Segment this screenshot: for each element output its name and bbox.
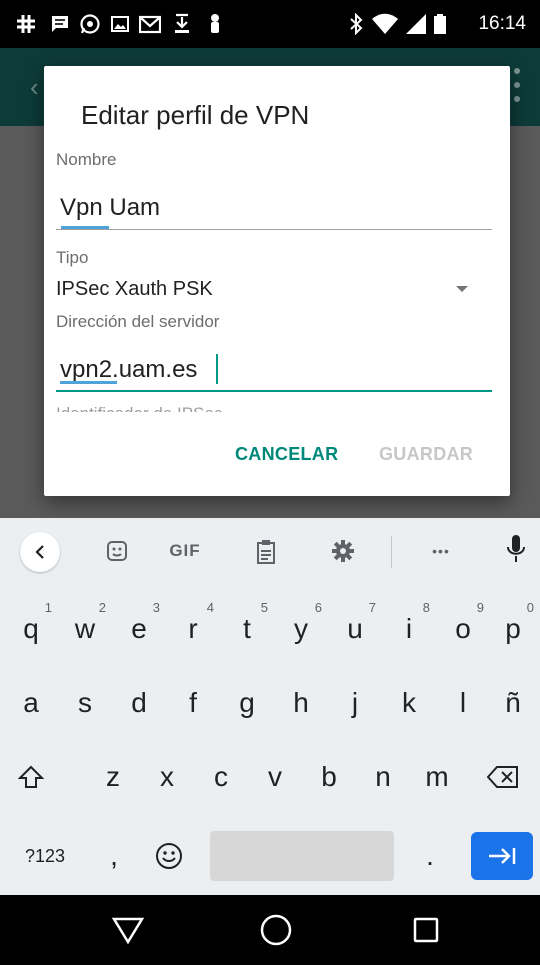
server-label: Dirección del servidor bbox=[56, 312, 220, 331]
emoji-key[interactable] bbox=[142, 825, 196, 887]
name-label: Nombre bbox=[56, 150, 117, 169]
keyboard: GIF ••• q1 w2 e3 r4 t5 y6 u7 i8 o9 p0 a … bbox=[0, 518, 540, 895]
type-select[interactable]: IPSec Xauth PSK bbox=[56, 278, 213, 301]
recents-square-icon[interactable] bbox=[408, 912, 444, 948]
slack-icon bbox=[204, 13, 226, 35]
key-t[interactable]: t5 bbox=[220, 598, 274, 660]
space-key[interactable] bbox=[210, 831, 394, 881]
clock: 16:14 bbox=[478, 13, 526, 34]
key-k[interactable]: k bbox=[382, 672, 436, 734]
gear-icon[interactable] bbox=[330, 538, 356, 564]
next-field-key[interactable] bbox=[471, 832, 533, 880]
key-w[interactable]: w2 bbox=[58, 598, 112, 660]
name-field[interactable]: Vpn Uam bbox=[56, 190, 492, 230]
backspace-key[interactable] bbox=[474, 746, 532, 808]
shift-key[interactable] bbox=[4, 746, 58, 808]
battery-icon bbox=[432, 13, 448, 35]
ipsec-identifier-label-partial: Identificador de IPSec bbox=[56, 404, 222, 412]
server-value: vpn2.uam.es bbox=[60, 356, 198, 383]
key-u[interactable]: u7 bbox=[328, 598, 382, 660]
back-triangle-icon[interactable] bbox=[110, 912, 146, 948]
toolbar-back-icon: ‹ bbox=[30, 72, 39, 102]
key-x[interactable]: x bbox=[140, 746, 194, 808]
key-z[interactable]: z bbox=[86, 746, 140, 808]
symbols-key[interactable]: ?123 bbox=[14, 825, 76, 887]
back-icon[interactable] bbox=[20, 532, 60, 572]
sticker-icon[interactable] bbox=[104, 538, 130, 564]
gmail-icon bbox=[139, 13, 161, 35]
download-icon bbox=[171, 13, 193, 35]
key-g[interactable]: g bbox=[220, 672, 274, 734]
gif-button[interactable]: GIF bbox=[160, 538, 210, 564]
period-key[interactable]: . bbox=[408, 825, 452, 887]
mic-icon[interactable] bbox=[504, 534, 528, 564]
status-bar: 16:14 bbox=[0, 0, 540, 48]
key-p[interactable]: p0 bbox=[486, 598, 540, 660]
key-j[interactable]: j bbox=[328, 672, 382, 734]
edit-vpn-dialog: Editar perfil de VPN Nombre Vpn Uam Tipo… bbox=[44, 66, 510, 496]
image-icon bbox=[109, 13, 131, 35]
dropdown-arrow-icon[interactable] bbox=[456, 286, 468, 292]
signal-icon bbox=[405, 13, 427, 35]
message-icon bbox=[49, 13, 71, 35]
key-y[interactable]: y6 bbox=[274, 598, 328, 660]
dialog-title: Editar perfil de VPN bbox=[81, 100, 310, 130]
key-r[interactable]: r4 bbox=[166, 598, 220, 660]
key-n[interactable]: n bbox=[356, 746, 410, 808]
home-circle-icon[interactable] bbox=[258, 912, 294, 948]
name-value: Vpn Uam bbox=[60, 194, 161, 221]
cancel-button[interactable]: CANCELAR bbox=[235, 444, 338, 465]
server-address-field[interactable]: vpn2.uam.es bbox=[56, 352, 492, 392]
key-e[interactable]: e3 bbox=[112, 598, 166, 660]
shift-icon bbox=[18, 765, 44, 788]
tab-next-icon bbox=[489, 848, 516, 864]
key-d[interactable]: d bbox=[112, 672, 166, 734]
grid-icon bbox=[15, 13, 37, 35]
spellcheck-underline bbox=[61, 226, 109, 229]
whatsapp-icon bbox=[79, 13, 101, 35]
key-b[interactable]: b bbox=[302, 746, 356, 808]
overflow-menu-icon bbox=[514, 68, 520, 102]
save-button[interactable]: GUARDAR bbox=[379, 444, 473, 465]
key-f[interactable]: f bbox=[166, 672, 220, 734]
clipboard-icon[interactable] bbox=[254, 538, 278, 566]
spellcheck-underline bbox=[60, 381, 117, 384]
key-h[interactable]: h bbox=[274, 672, 328, 734]
emoji-icon bbox=[156, 843, 182, 869]
toolbar-divider bbox=[391, 536, 392, 568]
key-s[interactable]: s bbox=[58, 672, 112, 734]
text-cursor bbox=[216, 354, 218, 384]
key-o[interactable]: o9 bbox=[436, 598, 490, 660]
key-l[interactable]: l bbox=[436, 672, 490, 734]
backspace-icon bbox=[487, 766, 518, 788]
wifi-icon bbox=[371, 13, 399, 35]
more-icon[interactable]: ••• bbox=[424, 538, 458, 564]
key-v[interactable]: v bbox=[248, 746, 302, 808]
type-label: Tipo bbox=[56, 248, 89, 267]
bluetooth-icon bbox=[345, 13, 367, 35]
key-m[interactable]: m bbox=[410, 746, 464, 808]
key-i[interactable]: i8 bbox=[382, 598, 436, 660]
key-q[interactable]: q1 bbox=[4, 598, 58, 660]
comma-key[interactable]: , bbox=[92, 825, 136, 887]
key-a[interactable]: a bbox=[4, 672, 58, 734]
keyboard-toolbar: GIF ••• bbox=[0, 518, 540, 586]
key-ntilde[interactable]: ñ bbox=[486, 672, 540, 734]
navigation-bar bbox=[0, 895, 540, 965]
key-c[interactable]: c bbox=[194, 746, 248, 808]
